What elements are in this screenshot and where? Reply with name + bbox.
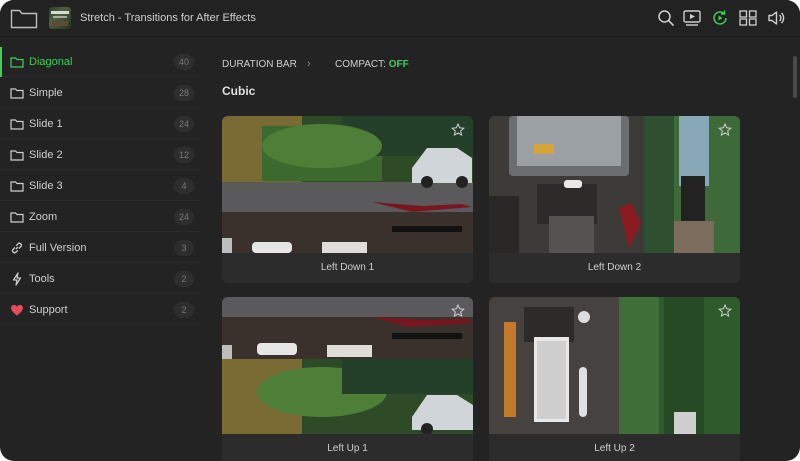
sidebar-item-label: Simple [29, 87, 63, 99]
sidebar-item-count: 28 [174, 85, 194, 101]
sidebar-item-simple[interactable]: Simple 28 [0, 78, 200, 108]
sidebar-item-count: 12 [174, 147, 194, 163]
transition-thumbnail [489, 297, 740, 434]
sidebar-item-label: Slide 2 [29, 149, 63, 161]
app-title: Stretch - Transitions for After Effects [80, 12, 256, 24]
sidebar-item-diagonal[interactable]: Diagonal 40 [0, 47, 200, 77]
grid-view-icon[interactable] [738, 8, 758, 28]
sidebar-item-full-version[interactable]: Full Version 3 [0, 233, 200, 263]
star-icon[interactable] [718, 304, 732, 318]
transition-card-left-up-2[interactable]: Left Up 2 [489, 297, 740, 461]
compact-value: OFF [388, 59, 409, 70]
star-icon[interactable] [451, 123, 465, 137]
card-label: Left Up 1 [222, 434, 473, 461]
sidebar-item-zoom[interactable]: Zoom 24 [0, 202, 200, 232]
card-label: Left Down 2 [489, 253, 740, 283]
title-bar: Stretch - Transitions for After Effects [0, 0, 800, 37]
main-content: DURATION BAR › COMPACT: OFF Cubic Left D… [212, 47, 787, 461]
app-logo-thumbnail [49, 7, 71, 29]
folder-icon [10, 86, 24, 100]
sidebar-item-count: 24 [174, 116, 194, 132]
sidebar-item-label: Zoom [29, 211, 58, 223]
sidebar-item-count: 2 [174, 302, 194, 318]
compact-label: COMPACT: [335, 59, 386, 70]
sidebar-item-slide-1[interactable]: Slide 1 24 [0, 109, 200, 139]
scrollbar-thumb[interactable] [793, 56, 797, 98]
sidebar-item-count: 2 [174, 271, 194, 287]
star-icon[interactable] [451, 304, 465, 318]
sidebar-item-label: Slide 1 [29, 118, 63, 130]
sidebar-item-slide-2[interactable]: Slide 2 12 [0, 140, 200, 170]
sidebar-item-label: Full Version [29, 242, 87, 254]
sidebar-item-label: Tools [29, 273, 55, 285]
app-window: Stretch - Transitions for After Effects … [0, 0, 800, 461]
card-label: Left Down 1 [222, 253, 473, 283]
transition-thumbnail [489, 116, 740, 253]
compact-toggle[interactable]: COMPACT: OFF [335, 59, 409, 70]
volume-icon[interactable] [766, 8, 786, 28]
preview-icon[interactable] [682, 8, 702, 28]
chevron-right-icon: › [307, 58, 311, 70]
folder-icon [10, 148, 24, 162]
duration-bar-label: DURATION BAR [222, 59, 297, 70]
auto-refresh-icon[interactable] [710, 8, 730, 28]
star-icon[interactable] [718, 123, 732, 137]
search-icon[interactable] [656, 8, 676, 28]
card-label: Left Up 2 [489, 434, 740, 461]
folder-icon [10, 117, 24, 131]
lightning-icon [10, 272, 24, 286]
sidebar-item-label: Slide 3 [29, 180, 63, 192]
sidebar-item-label: Support [29, 304, 68, 316]
link-icon [10, 241, 24, 255]
sidebar-item-label: Diagonal [29, 56, 73, 68]
transition-thumbnail [222, 297, 473, 434]
sidebar-item-tools[interactable]: Tools 2 [0, 264, 200, 294]
folder-icon[interactable] [10, 7, 38, 29]
duration-bar-toggle[interactable]: DURATION BAR [222, 59, 297, 70]
sidebar-item-count: 24 [174, 209, 194, 225]
folder-icon [10, 55, 24, 69]
section-title: Cubic [222, 84, 256, 98]
sidebar-item-slide-3[interactable]: Slide 3 4 [0, 171, 200, 201]
sidebar-item-support[interactable]: Support 2 [0, 295, 200, 325]
transition-card-left-down-1[interactable]: Left Down 1 [222, 116, 473, 283]
sidebar-item-count: 4 [174, 178, 194, 194]
sidebar: Diagonal 40 Simple 28 Slide 1 24 Slide 2… [0, 47, 200, 326]
transition-card-left-up-1[interactable]: Left Up 1 [222, 297, 473, 461]
transition-card-left-down-2[interactable]: Left Down 2 [489, 116, 740, 283]
folder-icon [10, 210, 24, 224]
heart-icon [10, 303, 24, 317]
transition-thumbnail [222, 116, 473, 253]
folder-icon [10, 179, 24, 193]
sidebar-item-count: 3 [174, 240, 194, 256]
sidebar-item-count: 40 [174, 54, 194, 70]
